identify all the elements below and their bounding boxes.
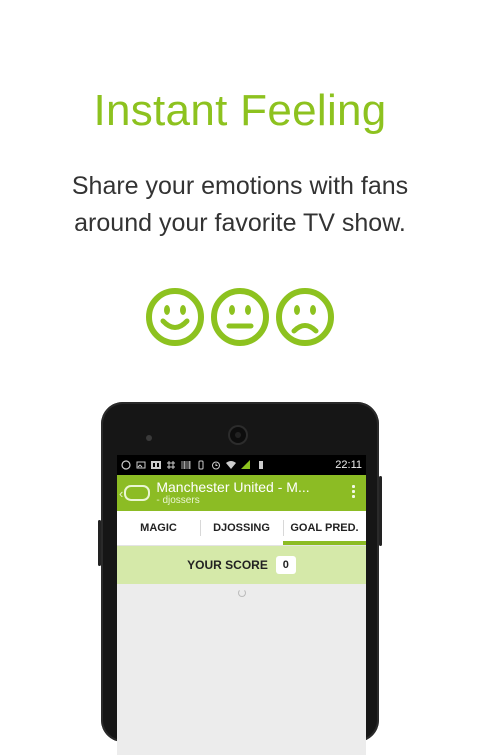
phone-screen: 22:11 ‹ Manchester United - M... - djoss… bbox=[117, 455, 366, 755]
content-area bbox=[117, 584, 366, 755]
tab-bar: MAGIC DJOSSING GOAL PRED. bbox=[117, 511, 366, 546]
headline: Instant Feeling bbox=[93, 86, 387, 135]
subheadline: Share your emotions with fans around you… bbox=[0, 168, 480, 242]
neutral-face-icon bbox=[211, 288, 269, 346]
app-bar: ‹ Manchester United - M... - djossers bbox=[117, 475, 366, 511]
tab-goal-prediction[interactable]: GOAL PRED. bbox=[283, 511, 366, 545]
score-value: 0 bbox=[275, 556, 296, 574]
tab-djossing[interactable]: DJOSSING bbox=[200, 511, 283, 545]
sad-face-icon bbox=[276, 288, 334, 346]
status-time: 22:11 bbox=[335, 459, 362, 471]
loading-spinner-icon bbox=[238, 589, 246, 597]
wifi-icon bbox=[226, 461, 236, 469]
signal-icon bbox=[241, 460, 250, 469]
phone-sensor bbox=[146, 435, 152, 441]
tab-magic[interactable]: MAGIC bbox=[117, 511, 200, 545]
subheadline-line-1: Share your emotions with fans bbox=[71, 172, 409, 200]
subheadline-line-2: around your favorite TV show. bbox=[74, 209, 406, 237]
score-bar: YOUR SCORE 0 bbox=[117, 546, 366, 584]
status-bar: 22:11 bbox=[117, 455, 366, 475]
app-logo-icon[interactable] bbox=[124, 485, 151, 501]
grid-app-icon bbox=[167, 461, 175, 469]
phone-mockup: 22:11 ‹ Manchester United - M... - djoss… bbox=[101, 402, 379, 755]
whatsapp-icon bbox=[121, 460, 131, 470]
emotion-icons bbox=[0, 287, 480, 347]
app-bar-subtitle: - djossers bbox=[156, 495, 200, 506]
overflow-menu-icon[interactable] bbox=[352, 485, 356, 498]
alarm-icon bbox=[212, 461, 220, 470]
happy-face-icon bbox=[146, 288, 204, 346]
back-chevron-icon[interactable]: ‹ bbox=[119, 486, 123, 501]
score-label: YOUR SCORE bbox=[187, 558, 268, 572]
app-bar-title: Manchester United - M... bbox=[156, 479, 310, 495]
barcode-icon bbox=[181, 461, 191, 469]
battery-icon bbox=[259, 461, 263, 469]
br-app-icon bbox=[151, 461, 161, 469]
vibrate-icon bbox=[198, 460, 204, 470]
image-icon bbox=[136, 461, 146, 469]
phone-power-button bbox=[379, 476, 382, 546]
front-camera-icon bbox=[230, 427, 246, 443]
